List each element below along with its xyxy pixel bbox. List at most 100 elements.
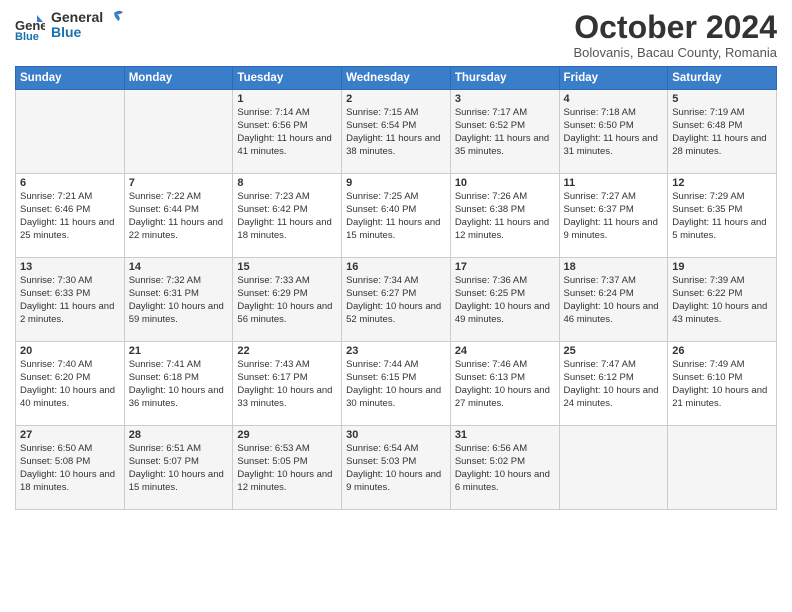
header-cell-wednesday: Wednesday <box>342 67 451 90</box>
day-cell: 12 Sunrise: 7:29 AM Sunset: 6:35 PM Dayligh… <box>668 174 777 258</box>
daylight-text: Daylight: 11 hours and 25 minutes. <box>20 217 114 241</box>
sunset-text: Sunset: 6:18 PM <box>129 372 199 383</box>
day-info: Sunrise: 7:39 AMSunset: 6:22 PMDaylight:… <box>672 275 772 326</box>
logo-icon: General Blue <box>15 10 45 40</box>
day-number: 29 <box>237 429 337 441</box>
day-info: Sunrise: 7:34 AMSunset: 6:27 PMDaylight:… <box>346 275 446 326</box>
day-number: 19 <box>672 261 772 273</box>
day-number: 27 <box>20 429 120 441</box>
daylight-text: Daylight: 11 hours and 5 minutes. <box>672 217 766 241</box>
subtitle: Bolovanis, Bacau County, Romania <box>573 45 777 60</box>
daylight-text: Daylight: 11 hours and 22 minutes. <box>129 217 223 241</box>
sunrise-text: Sunrise: 7:21 AM <box>20 191 92 202</box>
sunrise-text: Sunrise: 6:56 AM <box>455 443 527 454</box>
sunset-text: Sunset: 6:48 PM <box>672 120 742 131</box>
day-info: Sunrise: 6:56 AMSunset: 5:02 PMDaylight:… <box>455 443 555 494</box>
daylight-text: Daylight: 11 hours and 9 minutes. <box>564 217 658 241</box>
day-info: Sunrise: 6:50 AMSunset: 5:08 PMDaylight:… <box>20 443 120 494</box>
day-cell <box>668 426 777 510</box>
day-info: Sunrise: 6:51 AMSunset: 5:07 PMDaylight:… <box>129 443 229 494</box>
logo-blue: Blue <box>51 25 103 40</box>
day-cell: 24 Sunrise: 7:46 AMSunset: 6:13 PMDayligh… <box>450 342 559 426</box>
sunset-text: Sunset: 6:29 PM <box>237 288 307 299</box>
sunset-text: Sunset: 6:35 PM <box>672 204 742 215</box>
header-cell-monday: Monday <box>124 67 233 90</box>
day-info: Sunrise: 7:41 AMSunset: 6:18 PMDaylight:… <box>129 359 229 410</box>
daylight-text: Daylight: 10 hours and 15 minutes. <box>129 469 224 493</box>
daylight-text: Daylight: 11 hours and 35 minutes. <box>455 133 549 157</box>
week-row-2: 6Sunrise: 7:21 AMSunset: 6:46 PMDaylight… <box>16 174 777 258</box>
daylight-text: Daylight: 10 hours and 33 minutes. <box>237 385 332 409</box>
day-cell: 6Sunrise: 7:21 AMSunset: 6:46 PMDaylight… <box>16 174 125 258</box>
day-number: 5 <box>672 93 772 105</box>
daylight-text: Daylight: 10 hours and 30 minutes. <box>346 385 441 409</box>
sunrise-text: Sunrise: 7:36 AM <box>455 275 527 286</box>
daylight-text: Daylight: 11 hours and 2 minutes. <box>20 301 114 325</box>
sunrise-text: Sunrise: 6:54 AM <box>346 443 418 454</box>
day-info: Sunrise: 7:23 AMSunset: 6:42 PMDaylight:… <box>237 191 337 242</box>
day-cell: 27 Sunrise: 6:50 AMSunset: 5:08 PMDayligh… <box>16 426 125 510</box>
day-info: Sunrise: 7:30 AMSunset: 6:33 PMDaylight:… <box>20 275 120 326</box>
day-number: 8 <box>237 177 337 189</box>
day-info: Sunrise: 7:46 AMSunset: 6:13 PMDaylight:… <box>455 359 555 410</box>
day-number: 2 <box>346 93 446 105</box>
month-title: October 2024 <box>573 10 777 45</box>
sunset-text: Sunset: 6:15 PM <box>346 372 416 383</box>
day-info: Sunrise: 7:22 AMSunset: 6:44 PMDaylight:… <box>129 191 229 242</box>
day-cell: 10Sunrise: 7:26 AMSunset: 6:38 PMDayligh… <box>450 174 559 258</box>
day-number: 16 <box>346 261 446 273</box>
day-info: Sunrise: 7:49 AMSunset: 6:10 PMDaylight:… <box>672 359 772 410</box>
sunrise-text: Sunrise: 7:30 AM <box>20 275 92 286</box>
day-cell: 28Sunrise: 6:51 AMSunset: 5:07 PMDayligh… <box>124 426 233 510</box>
day-info: Sunrise: 7:14 AMSunset: 6:56 PMDaylight:… <box>237 107 337 158</box>
sunrise-text: Sunrise: 7:40 AM <box>20 359 92 370</box>
day-info: Sunrise: 7:40 AMSunset: 6:20 PMDaylight:… <box>20 359 120 410</box>
week-row-1: 1Sunrise: 7:14 AMSunset: 6:56 PMDaylight… <box>16 90 777 174</box>
daylight-text: Daylight: 10 hours and 36 minutes. <box>129 385 224 409</box>
sunset-text: Sunset: 6:44 PM <box>129 204 199 215</box>
sunrise-text: Sunrise: 7:47 AM <box>564 359 636 370</box>
day-cell <box>124 90 233 174</box>
day-number: 24 <box>455 345 555 357</box>
sunset-text: Sunset: 6:42 PM <box>237 204 307 215</box>
sunset-text: Sunset: 6:24 PM <box>564 288 634 299</box>
daylight-text: Daylight: 10 hours and 52 minutes. <box>346 301 441 325</box>
sunset-text: Sunset: 6:46 PM <box>20 204 90 215</box>
day-info: Sunrise: 7:21 AM Sunset: 6:46 PM Daylight:… <box>20 191 120 242</box>
sunrise-text: Sunrise: 7:17 AM <box>455 107 527 118</box>
sunrise-text: Sunrise: 7:46 AM <box>455 359 527 370</box>
daylight-text: Daylight: 11 hours and 38 minutes. <box>346 133 440 157</box>
sunrise-text: Sunrise: 7:43 AM <box>237 359 309 370</box>
sunrise-text: Sunrise: 7:18 AM <box>564 107 636 118</box>
calendar-page: General Blue General Blue October 2024 B… <box>0 0 792 612</box>
sunset-text: Sunset: 6:27 PM <box>346 288 416 299</box>
day-cell: 16 Sunrise: 7:34 AMSunset: 6:27 PMDayligh… <box>342 258 451 342</box>
sunrise-text: Sunrise: 7:33 AM <box>237 275 309 286</box>
daylight-text: Daylight: 10 hours and 12 minutes. <box>237 469 332 493</box>
day-number: 20 <box>20 345 120 357</box>
sunrise-text: Sunrise: 7:15 AM <box>346 107 418 118</box>
sunrise-text: Sunrise: 6:53 AM <box>237 443 309 454</box>
day-cell: 7Sunrise: 7:22 AMSunset: 6:44 PMDaylight… <box>124 174 233 258</box>
sunrise-text: Sunrise: 7:27 AM <box>564 191 636 202</box>
day-cell: 2 Sunrise: 7:15 AMSunset: 6:54 PMDaylight… <box>342 90 451 174</box>
day-cell: 13Sunrise: 7:30 AMSunset: 6:33 PMDayligh… <box>16 258 125 342</box>
day-number: 12 <box>672 177 772 189</box>
day-info: Sunrise: 7:26 AMSunset: 6:38 PMDaylight:… <box>455 191 555 242</box>
header-row: SundayMondayTuesdayWednesdayThursdayFrid… <box>16 67 777 90</box>
daylight-text: Daylight: 11 hours and 41 minutes. <box>237 133 331 157</box>
day-info: Sunrise: 7:32 AMSunset: 6:31 PMDaylight:… <box>129 275 229 326</box>
sunset-text: Sunset: 5:02 PM <box>455 456 525 467</box>
day-info: Sunrise: 7:47 AMSunset: 6:12 PMDaylight:… <box>564 359 664 410</box>
sunrise-text: Sunrise: 7:29 AM <box>672 191 744 202</box>
day-cell: 31Sunrise: 6:56 AMSunset: 5:02 PMDayligh… <box>450 426 559 510</box>
day-cell <box>16 90 125 174</box>
day-info: Sunrise: 7:15 AMSunset: 6:54 PMDaylight:… <box>346 107 446 158</box>
sunset-text: Sunset: 6:20 PM <box>20 372 90 383</box>
daylight-text: Daylight: 10 hours and 27 minutes. <box>455 385 550 409</box>
day-cell: 23Sunrise: 7:44 AMSunset: 6:15 PMDayligh… <box>342 342 451 426</box>
sunset-text: Sunset: 6:56 PM <box>237 120 307 131</box>
day-cell: 30Sunrise: 6:54 AMSunset: 5:03 PMDayligh… <box>342 426 451 510</box>
sunset-text: Sunset: 6:52 PM <box>455 120 525 131</box>
sunset-text: Sunset: 6:22 PM <box>672 288 742 299</box>
